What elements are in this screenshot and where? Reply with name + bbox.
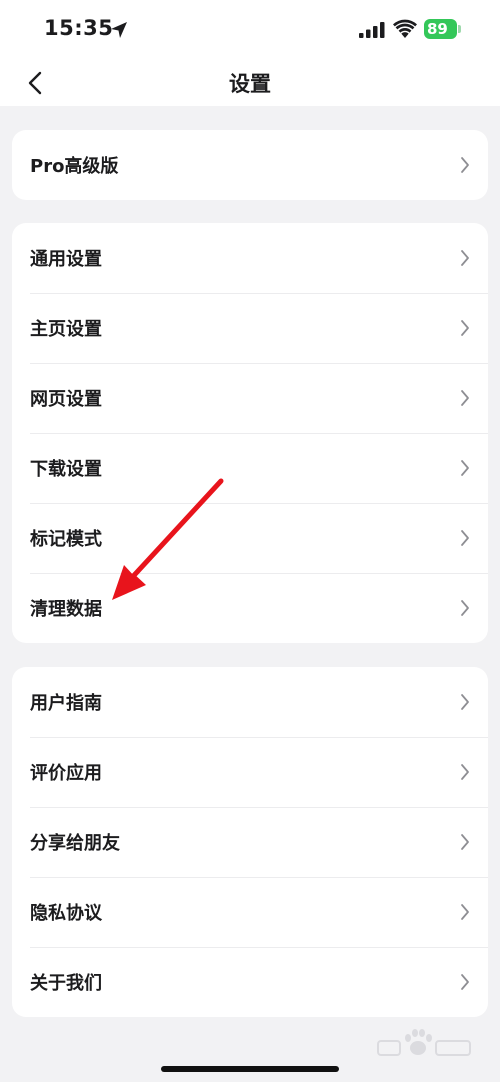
settings-row-label: 关于我们 [30,973,102,994]
settings-group-about: 用户指南 评价应用 分享给朋友 隐私协议 关于我们 [12,667,488,1017]
settings-row-label: 隐私协议 [30,903,102,924]
settings-row-label: 分享给朋友 [30,833,120,854]
settings-row-label: 主页设置 [30,319,102,340]
chevron-right-icon [461,974,469,990]
settings-row-share[interactable]: 分享给朋友 [12,807,488,877]
settings-row-clear-data[interactable]: 清理数据 [12,573,488,643]
settings-row-privacy[interactable]: 隐私协议 [12,877,488,947]
settings-row-label: 网页设置 [30,389,102,410]
status-bar: 15:35 89 [0,0,500,60]
chevron-right-icon [461,250,469,266]
chevron-right-icon [461,834,469,850]
chevron-right-icon [461,600,469,616]
location-arrow-icon [111,22,127,38]
home-indicator[interactable] [161,1066,339,1072]
settings-row-user-guide[interactable]: 用户指南 [12,667,488,737]
battery-level: 89 [424,19,457,39]
settings-row-rate-app[interactable]: 评价应用 [12,737,488,807]
page-title: 设置 [229,72,271,96]
baidu-paw-watermark-icon [377,1029,471,1056]
settings-row-pro[interactable]: Pro高级版 [12,130,488,200]
chevron-right-icon [461,390,469,406]
settings-group-pro: Pro高级版 [12,130,488,200]
battery-cap [458,25,461,33]
settings-group-general: 通用设置 主页设置 网页设置 下载设置 标记模式 清理数据 [12,223,488,643]
settings-row-webpage[interactable]: 网页设置 [12,363,488,433]
chevron-right-icon [461,764,469,780]
status-time: 15:35 [44,16,114,40]
settings-row-label: 下载设置 [30,459,102,480]
settings-row-general[interactable]: 通用设置 [12,223,488,293]
chevron-right-icon [461,904,469,920]
settings-row-label: 通用设置 [30,249,102,270]
chevron-right-icon [461,530,469,546]
settings-row-label: 用户指南 [30,693,102,714]
cellular-signal-icon [359,22,385,38]
chevron-right-icon [461,694,469,710]
battery-icon: 89 [424,19,462,39]
settings-row-about-us[interactable]: 关于我们 [12,947,488,1017]
chevron-right-icon [461,320,469,336]
settings-row-homepage[interactable]: 主页设置 [12,293,488,363]
chevron-right-icon [461,157,469,173]
settings-row-label: 评价应用 [30,763,102,784]
chevron-right-icon [461,460,469,476]
settings-row-label: 清理数据 [30,599,102,620]
settings-row-download[interactable]: 下载设置 [12,433,488,503]
settings-row-mark-mode[interactable]: 标记模式 [12,503,488,573]
navigation-bar: 设置 [0,60,500,106]
wifi-icon [393,19,417,38]
settings-row-label: 标记模式 [30,529,102,550]
header-area: 15:35 89 设置 [0,0,500,106]
settings-row-label: Pro高级版 [30,156,119,177]
